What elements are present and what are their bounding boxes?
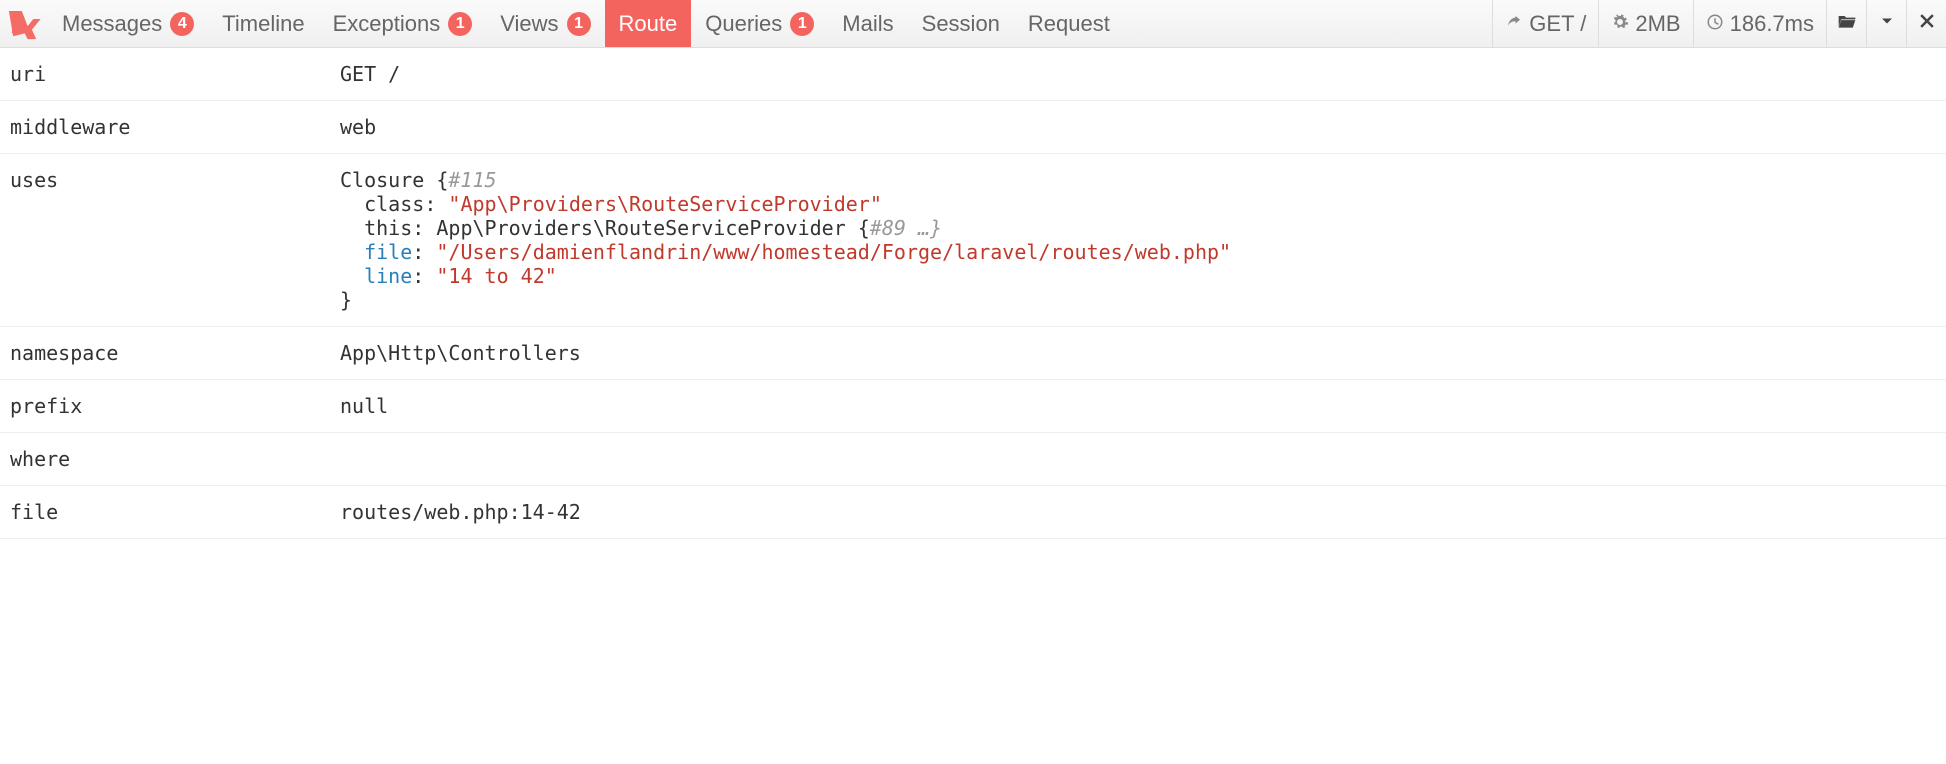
row-value: web bbox=[340, 115, 1936, 139]
chevron-down-icon bbox=[1877, 11, 1897, 36]
tab-badge: 1 bbox=[790, 12, 814, 36]
tab-session[interactable]: Session bbox=[908, 0, 1014, 47]
closure-close: } bbox=[340, 288, 352, 312]
gear-icon bbox=[1611, 11, 1629, 37]
tab-messages[interactable]: Messages 4 bbox=[48, 0, 208, 47]
route-panel: uri GET / middleware web uses Closure {#… bbox=[0, 48, 1946, 539]
minimize-button[interactable] bbox=[1866, 0, 1906, 47]
tab-timeline[interactable]: Timeline bbox=[208, 0, 318, 47]
tab-mails[interactable]: Mails bbox=[828, 0, 907, 47]
row-value: routes/web.php:14-42 bbox=[340, 500, 1936, 524]
tab-label: Queries bbox=[705, 11, 782, 37]
tab-route[interactable]: Route bbox=[605, 0, 692, 47]
time-info[interactable]: 186.7ms bbox=[1693, 0, 1826, 47]
prop-value: "/Users/damienflandrin/www/homestead/For… bbox=[436, 240, 1231, 264]
tab-request[interactable]: Request bbox=[1014, 0, 1124, 47]
request-label: GET / bbox=[1529, 11, 1586, 37]
row-value: GET / bbox=[340, 62, 1936, 86]
tab-label: Request bbox=[1028, 11, 1110, 37]
request-info[interactable]: GET / bbox=[1492, 0, 1598, 47]
route-row-where: where bbox=[0, 433, 1946, 486]
close-button[interactable] bbox=[1906, 0, 1946, 47]
row-key: prefix bbox=[10, 394, 340, 418]
this-ref: #89 …} bbox=[870, 216, 942, 240]
tab-label: Messages bbox=[62, 11, 162, 37]
tab-label: Timeline bbox=[222, 11, 304, 37]
closure-ref: #115 bbox=[448, 168, 496, 192]
close-icon bbox=[1917, 11, 1937, 36]
tab-exceptions[interactable]: Exceptions 1 bbox=[319, 0, 487, 47]
tabs: Messages 4 Timeline Exceptions 1 Views 1… bbox=[48, 0, 1492, 47]
debugbar-toolbar: Messages 4 Timeline Exceptions 1 Views 1… bbox=[0, 0, 1946, 48]
prop-key: class bbox=[364, 192, 424, 216]
clock-icon bbox=[1706, 11, 1724, 37]
route-row-namespace: namespace App\Http\Controllers bbox=[0, 327, 1946, 380]
prop-key: file bbox=[364, 240, 412, 264]
prop-key: line bbox=[364, 264, 412, 288]
tab-label: Exceptions bbox=[333, 11, 441, 37]
route-row-uri: uri GET / bbox=[0, 48, 1946, 101]
time-label: 186.7ms bbox=[1730, 11, 1814, 37]
route-row-file: file routes/web.php:14-42 bbox=[0, 486, 1946, 539]
route-row-prefix: prefix null bbox=[0, 380, 1946, 433]
prop-value: "14 to 42" bbox=[436, 264, 556, 288]
row-value bbox=[340, 447, 1936, 471]
toolbar-right: GET / 2MB 186.7ms bbox=[1492, 0, 1946, 47]
laravel-logo-icon[interactable] bbox=[0, 0, 48, 48]
tab-label: Mails bbox=[842, 11, 893, 37]
row-value: null bbox=[340, 394, 1936, 418]
row-key: file bbox=[10, 500, 340, 524]
tab-label: Session bbox=[922, 11, 1000, 37]
row-key: where bbox=[10, 447, 340, 471]
row-key: uri bbox=[10, 62, 340, 86]
share-icon bbox=[1505, 11, 1523, 37]
tab-views[interactable]: Views 1 bbox=[486, 0, 604, 47]
closure-open: Closure { bbox=[340, 168, 448, 192]
tab-badge: 1 bbox=[567, 12, 591, 36]
folder-open-button[interactable] bbox=[1826, 0, 1866, 47]
prop-key: this bbox=[364, 216, 412, 240]
row-value: App\Http\Controllers bbox=[340, 341, 1936, 365]
memory-label: 2MB bbox=[1635, 11, 1680, 37]
row-value: Closure {#115 class: "App\Providers\Rout… bbox=[340, 168, 1936, 312]
tab-badge: 1 bbox=[448, 12, 472, 36]
tab-label: Views bbox=[500, 11, 558, 37]
row-key: uses bbox=[10, 168, 340, 312]
prop-value: App\Providers\RouteServiceProvider { bbox=[436, 216, 869, 240]
tab-badge: 4 bbox=[170, 12, 194, 36]
memory-info[interactable]: 2MB bbox=[1598, 0, 1692, 47]
route-row-uses: uses Closure {#115 class: "App\Providers… bbox=[0, 154, 1946, 327]
prop-value: "App\Providers\RouteServiceProvider" bbox=[448, 192, 881, 216]
row-key: middleware bbox=[10, 115, 340, 139]
row-key: namespace bbox=[10, 341, 340, 365]
folder-open-icon bbox=[1837, 11, 1857, 36]
tab-queries[interactable]: Queries 1 bbox=[691, 0, 828, 47]
route-row-middleware: middleware web bbox=[0, 101, 1946, 154]
tab-label: Route bbox=[619, 11, 678, 37]
